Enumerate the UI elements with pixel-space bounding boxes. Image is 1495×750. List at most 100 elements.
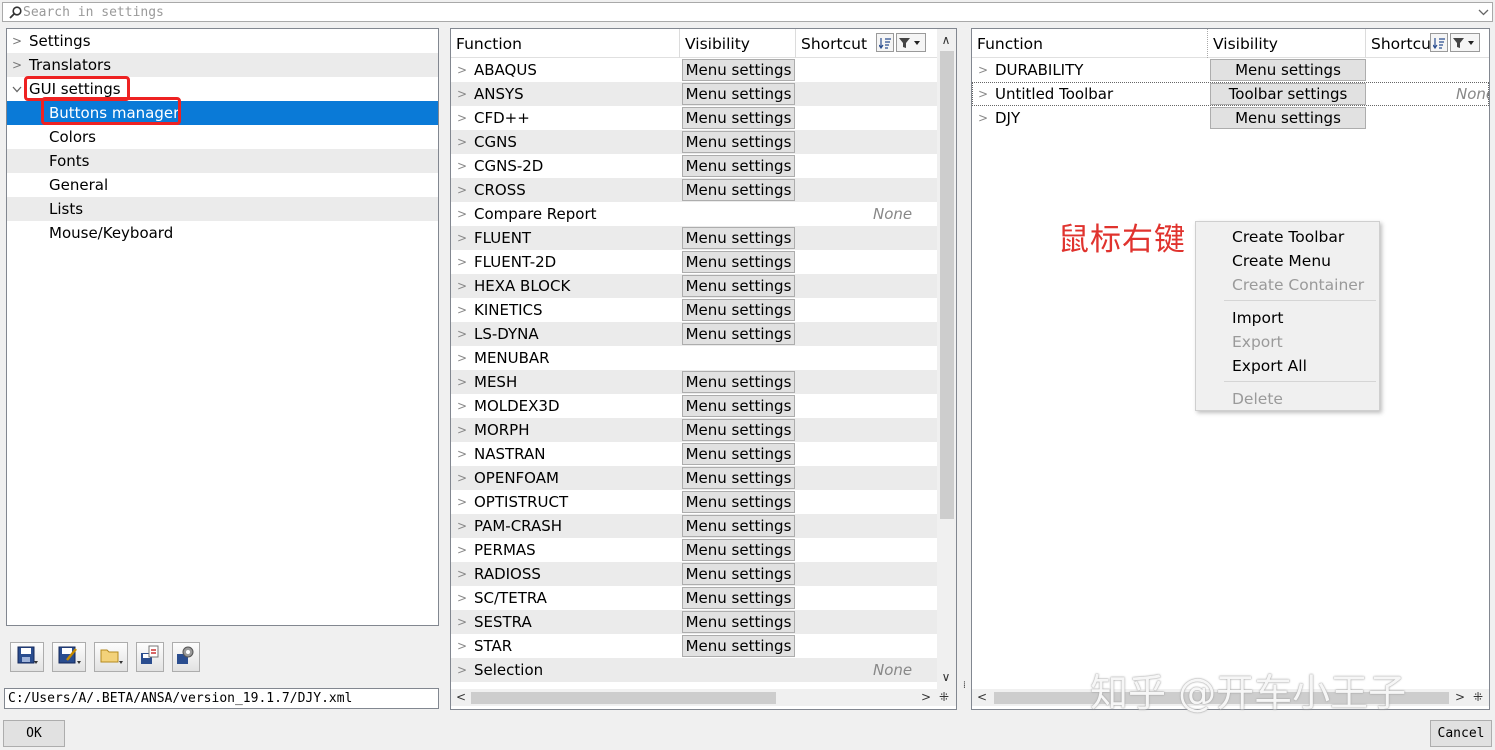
chevron-right-icon[interactable]: > xyxy=(978,82,988,106)
chevron-right-icon[interactable]: > xyxy=(457,298,467,322)
visibility-settings-button[interactable]: Menu settings xyxy=(682,563,795,585)
chevron-right-icon[interactable]: > xyxy=(457,58,467,82)
visibility-settings-button[interactable]: Menu settings xyxy=(682,491,795,513)
chevron-right-icon[interactable]: > xyxy=(457,202,467,226)
visibility-settings-button[interactable]: Menu settings xyxy=(682,395,795,417)
visibility-settings-button[interactable]: Menu settings xyxy=(1210,107,1366,129)
menu-item-create-container[interactable]: Create Container xyxy=(1232,273,1364,297)
menu-item-export-all[interactable]: Export All xyxy=(1232,354,1307,378)
table-row[interactable]: > RADIOSS Menu settings xyxy=(451,562,956,586)
menu-item-create-menu[interactable]: Create Menu xyxy=(1232,249,1331,273)
table-row[interactable]: > DJY Menu settings xyxy=(972,106,1489,130)
chevron-right-icon[interactable]: > xyxy=(978,58,988,82)
chevron-right-icon[interactable]: > xyxy=(457,250,467,274)
chevron-right-icon[interactable]: > xyxy=(11,29,23,53)
chevron-right-icon[interactable]: > xyxy=(457,538,467,562)
visibility-settings-button[interactable]: Menu settings xyxy=(682,539,795,561)
table-row[interactable]: > ANSYS Menu settings xyxy=(451,82,956,106)
search-bar[interactable] xyxy=(2,2,1493,22)
column-header-visibility[interactable]: Visibility xyxy=(680,29,796,58)
visibility-settings-button[interactable]: Menu settings xyxy=(682,443,795,465)
table-row[interactable]: > DURABILITY Menu settings xyxy=(972,58,1489,82)
sort-icon[interactable] xyxy=(876,33,894,52)
table-row[interactable]: > ABAQUS Menu settings xyxy=(451,58,956,82)
resize-grip-icon[interactable]: ⁜ xyxy=(936,690,952,704)
chevron-right-icon[interactable]: > xyxy=(457,658,467,682)
table-row[interactable]: > SC/TETRA Menu settings xyxy=(451,586,956,610)
menu-item-delete[interactable]: Delete xyxy=(1232,387,1283,411)
table-row[interactable]: > STAR Menu settings xyxy=(451,634,956,658)
chevron-right-icon[interactable]: > xyxy=(457,322,467,346)
column-header-visibility[interactable]: Visibility xyxy=(1208,29,1366,58)
scroll-down-icon[interactable]: ∨ xyxy=(938,670,954,684)
table-row[interactable]: > PAM-CRASH Menu settings xyxy=(451,514,956,538)
visibility-settings-button[interactable]: Menu settings xyxy=(682,371,795,393)
table-row[interactable]: > CFD++ Menu settings xyxy=(451,106,956,130)
table-row[interactable]: > MENUBAR xyxy=(451,346,956,370)
splitter-handle-icon[interactable]: ⁞ xyxy=(960,680,969,700)
chevron-down-icon[interactable] xyxy=(11,77,23,101)
scroll-right-icon[interactable]: > xyxy=(1452,690,1468,704)
chevron-down-icon[interactable] xyxy=(1474,9,1492,16)
menu-item-import[interactable]: Import xyxy=(1232,306,1283,330)
chevron-right-icon[interactable]: > xyxy=(457,562,467,586)
cancel-button[interactable]: Cancel xyxy=(1430,720,1492,747)
menu-item-export[interactable]: Export xyxy=(1232,330,1283,354)
config-path-field[interactable]: C:/Users/A/.BETA/ANSA/version_19.1.7/DJY… xyxy=(4,688,439,709)
scroll-right-icon[interactable]: > xyxy=(918,690,934,704)
tree-item-mouse-keyboard[interactable]: Mouse/Keyboard xyxy=(7,221,438,245)
save-as-button[interactable] xyxy=(52,642,86,672)
chevron-right-icon[interactable]: > xyxy=(457,178,467,202)
tree-item-general[interactable]: General xyxy=(7,173,438,197)
tree-item-translators[interactable]: > Translators xyxy=(7,53,438,77)
tree-item-lists[interactable]: Lists xyxy=(7,197,438,221)
visibility-settings-button[interactable]: Menu settings xyxy=(682,251,795,273)
ok-button[interactable]: OK xyxy=(3,720,65,747)
chevron-right-icon[interactable]: > xyxy=(457,154,467,178)
table-row[interactable]: > MESH Menu settings xyxy=(451,370,956,394)
table-row[interactable]: > SESTRA Menu settings xyxy=(451,610,956,634)
table-row[interactable]: > MOLDEX3D Menu settings xyxy=(451,394,956,418)
visibility-settings-button[interactable]: Menu settings xyxy=(682,83,795,105)
table-row[interactable]: > FLUENT-2D Menu settings xyxy=(451,250,956,274)
visibility-settings-button[interactable]: Menu settings xyxy=(682,131,795,153)
menu-item-create-toolbar[interactable]: Create Toolbar xyxy=(1232,225,1344,249)
visibility-settings-button[interactable]: Menu settings xyxy=(682,635,795,657)
chevron-right-icon[interactable]: > xyxy=(457,274,467,298)
table-row[interactable]: > CROSS Menu settings xyxy=(451,178,956,202)
scrollbar-thumb[interactable] xyxy=(940,51,954,519)
chevron-right-icon[interactable]: > xyxy=(457,610,467,634)
chevron-right-icon[interactable]: > xyxy=(457,370,467,394)
table-row[interactable]: > OPTISTRUCT Menu settings xyxy=(451,490,956,514)
sort-icon[interactable] xyxy=(1430,33,1448,52)
chevron-right-icon[interactable]: > xyxy=(457,490,467,514)
chevron-right-icon[interactable]: > xyxy=(457,442,467,466)
visibility-settings-button[interactable]: Menu settings xyxy=(682,227,795,249)
chevron-right-icon[interactable]: > xyxy=(457,82,467,106)
visibility-settings-button[interactable]: Menu settings xyxy=(682,179,795,201)
table-row[interactable]: > FLUENT Menu settings xyxy=(451,226,956,250)
table-row[interactable]: > OPENFOAM Menu settings xyxy=(451,466,956,490)
tree-item-fonts[interactable]: Fonts xyxy=(7,149,438,173)
chevron-right-icon[interactable]: > xyxy=(457,634,467,658)
settings-button[interactable] xyxy=(172,642,200,672)
table-row[interactable]: > MORPH Menu settings xyxy=(451,418,956,442)
shortcut-value[interactable]: None xyxy=(873,202,912,226)
visibility-settings-button[interactable]: Menu settings xyxy=(682,59,795,81)
chevron-right-icon[interactable]: > xyxy=(457,514,467,538)
scrollbar-thumb[interactable] xyxy=(471,692,776,704)
table-row[interactable]: > KINETICS Menu settings xyxy=(451,298,956,322)
chevron-right-icon[interactable]: > xyxy=(457,418,467,442)
visibility-settings-button[interactable]: Menu settings xyxy=(682,611,795,633)
chevron-right-icon[interactable]: > xyxy=(457,586,467,610)
chevron-right-icon[interactable]: > xyxy=(457,346,467,370)
chevron-right-icon[interactable]: > xyxy=(457,106,467,130)
search-input[interactable] xyxy=(23,3,1474,21)
table-row[interactable]: > LS-DYNA Menu settings xyxy=(451,322,956,346)
table-row[interactable]: > Compare Report None xyxy=(451,202,956,226)
visibility-settings-button[interactable]: Toolbar settings xyxy=(1210,83,1366,105)
tree-item-settings[interactable]: > Settings xyxy=(7,29,438,53)
shortcut-value[interactable]: None xyxy=(873,658,912,682)
visibility-settings-button[interactable]: Menu settings xyxy=(682,323,795,345)
filter-icon[interactable] xyxy=(1450,33,1480,52)
